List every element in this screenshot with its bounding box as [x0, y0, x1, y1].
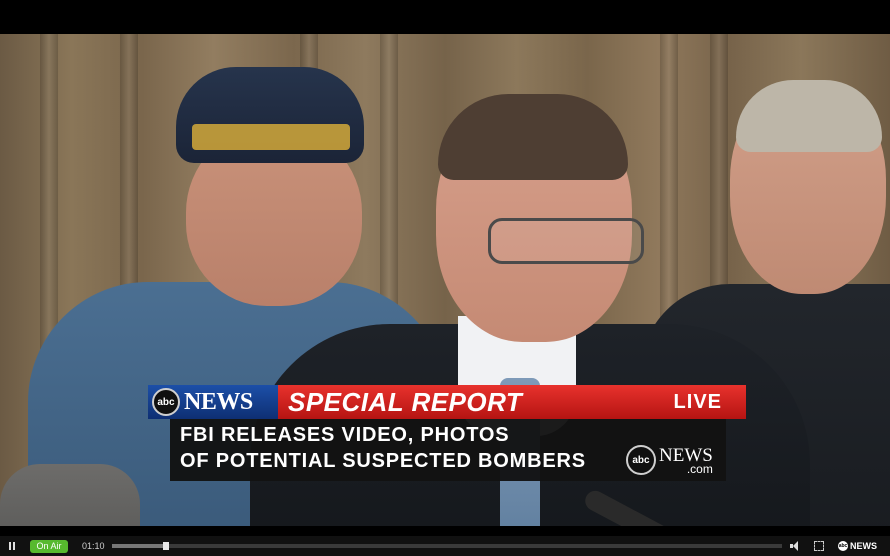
lower-third-banner: abc NEWS SPECIAL REPORT LIVE	[148, 385, 746, 419]
progress-handle[interactable]	[162, 542, 169, 550]
cap-gold-band	[192, 124, 350, 150]
speaker-glasses	[488, 218, 644, 264]
abcnews-com-bug: abc NEWS .com	[626, 445, 713, 475]
abc-logo-icon: abc	[152, 388, 180, 416]
abc-news-logo: abc NEWS	[148, 385, 278, 419]
right-man-hair	[736, 80, 882, 152]
fullscreen-icon[interactable]	[814, 541, 824, 551]
brand-news-word: NEWS	[850, 541, 877, 551]
on-air-button[interactable]: On Air	[30, 539, 68, 553]
left-edge-person	[0, 464, 140, 526]
abc-news-brand: abc NEWS	[838, 541, 877, 551]
player-controls: On Air 01:10 abc NEWS	[0, 536, 890, 556]
abc-logo-icon: abc	[626, 445, 656, 475]
news-wordmark: NEWS	[184, 388, 253, 415]
special-report-title: SPECIAL REPORT	[288, 386, 523, 417]
headline-line-1: FBI RELEASES VIDEO, PHOTOS	[180, 424, 510, 446]
progress-fill	[112, 544, 166, 548]
headline-box: FBI RELEASES VIDEO, PHOTOS OF POTENTIAL …	[170, 419, 726, 481]
speaker-hair	[438, 94, 628, 180]
bug-com-word: .com	[686, 461, 713, 476]
pause-icon[interactable]	[2, 536, 22, 556]
headline-line-2: OF POTENTIAL SUSPECTED BOMBERS	[180, 450, 586, 472]
live-label: LIVE	[673, 390, 722, 413]
special-report-bar: SPECIAL REPORT LIVE	[278, 385, 746, 419]
elapsed-time: 01:10	[82, 541, 105, 551]
volume-icon[interactable]	[790, 541, 800, 551]
progress-bar[interactable]	[112, 542, 782, 550]
abc-logo-icon: abc	[838, 541, 848, 551]
